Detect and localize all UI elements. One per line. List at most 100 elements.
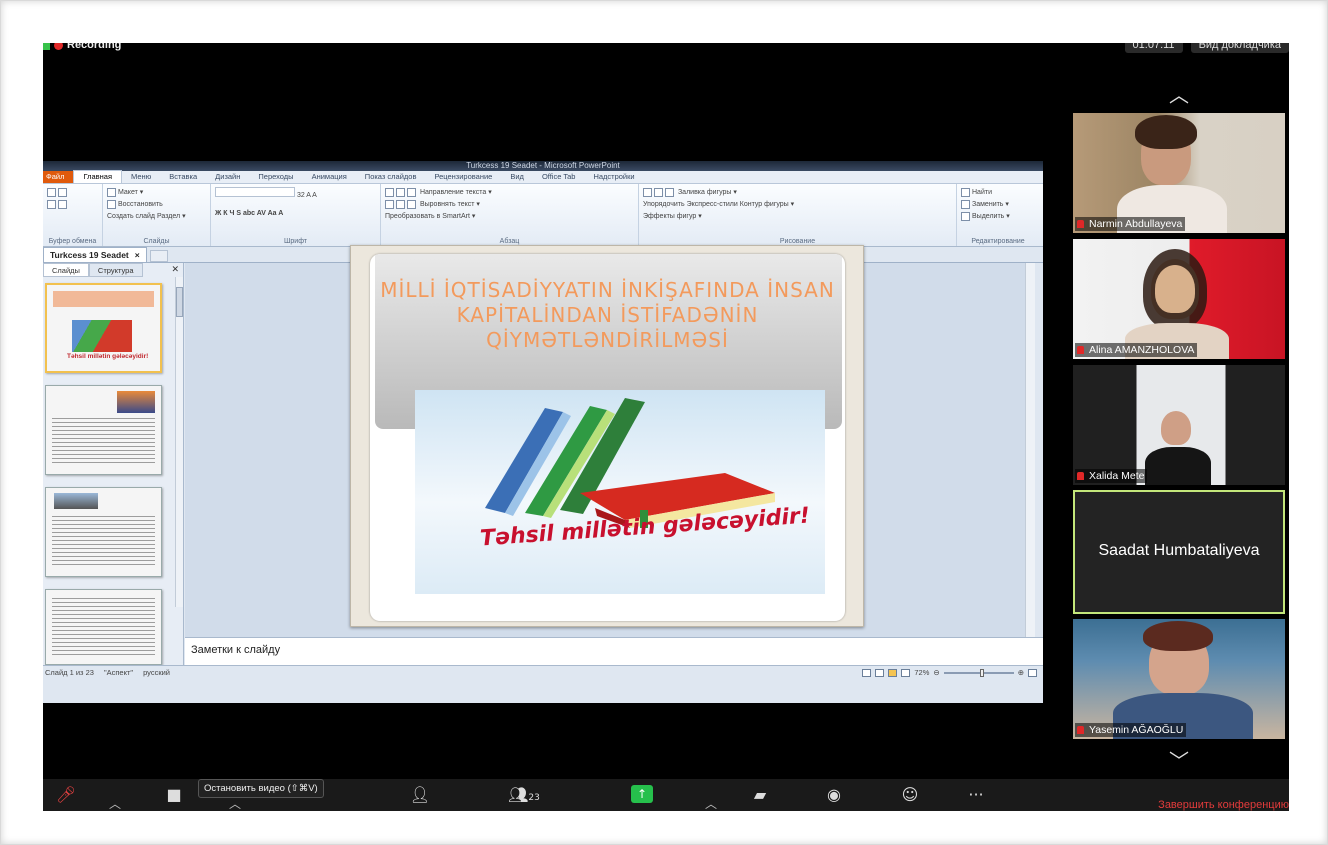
ribbon-tab-addins[interactable]: Надстройки (584, 171, 643, 183)
shape-effects-button[interactable]: Эффекты фигур ▾ (643, 213, 702, 220)
group-label-clipboard: Буфер обмена (48, 238, 97, 245)
reactions-icon[interactable]: ☺ (895, 785, 925, 804)
participant-tile-5[interactable]: Yasemin AĞAOĞLU (1073, 619, 1285, 739)
shape-fill-button[interactable]: Заливка фигуры ▾ (678, 189, 737, 196)
quick-styles-button[interactable]: Экспресс-стили (687, 201, 738, 208)
ribbon-tab-insert[interactable]: Вставка (160, 171, 206, 183)
zoom-slider-handle[interactable] (979, 668, 984, 677)
font-name-box[interactable] (215, 187, 295, 197)
reading-view-icon[interactable] (888, 668, 898, 677)
shape-outline-button[interactable]: Контур фигуры ▾ (740, 201, 794, 208)
select-button[interactable]: Выделить ▾ (972, 213, 1010, 220)
theme-name: "Аспект" (103, 668, 134, 677)
recording-label: Recording (67, 43, 122, 51)
cut-icon[interactable] (58, 187, 67, 197)
current-slide[interactable]: MİLLİ İQTİSADİYYATIN İNKİŞAFINDA İNSAN K… (350, 245, 864, 627)
copy-icon[interactable] (47, 199, 56, 209)
align-text-button[interactable]: Выровнять текст ▾ (420, 201, 480, 208)
panel-tab-outline[interactable]: Структура (88, 263, 143, 277)
smartart-button[interactable]: Преобразовать в SmartArt ▾ (385, 213, 475, 220)
participant-tile-active-speaker[interactable]: Saadat Humbataliyeva (1073, 490, 1285, 614)
document-tab[interactable]: Turkcess 19 Seadet × (43, 247, 147, 262)
language-indicator[interactable]: русский (143, 668, 170, 677)
mini-text (52, 598, 155, 656)
format-painter-icon[interactable] (58, 199, 67, 209)
ribbon-tab-design[interactable]: Дизайн (206, 171, 249, 183)
mini-image (54, 493, 98, 509)
zoom-slider[interactable] (943, 668, 1014, 677)
close-panel-icon[interactable]: ✕ (171, 264, 179, 275)
share-options-chevron-icon[interactable]: ︿ (705, 795, 717, 811)
mute-mic-icon[interactable]: 🎤︎ (51, 785, 81, 804)
record-icon[interactable]: ◉ (819, 785, 849, 804)
ribbon-tab-animation[interactable]: Анимация (303, 171, 356, 183)
slide-thumbnail-2[interactable] (45, 385, 162, 475)
chat-icon[interactable]: ▰ (745, 785, 775, 804)
slide-content: MİLLİ İQTİSADİYYATIN İNKİŞAFINDA İNSAN K… (370, 254, 845, 621)
thumbs-scrollbar[interactable] (175, 277, 183, 607)
video-camera-icon[interactable]: ■ (159, 785, 189, 804)
text-direction-button[interactable]: Направление текста ▾ (420, 189, 492, 196)
participant-tile-3[interactable]: Xalida Mete (1073, 365, 1285, 485)
participant-tile-2[interactable]: Alina AMANZHOLOVA (1073, 239, 1285, 359)
ribbon-tab-home[interactable]: Главная (73, 170, 122, 183)
ribbon-tab-view[interactable]: Вид (501, 171, 533, 183)
participants-button[interactable]: 👥︎23 (499, 785, 549, 804)
gallery-up-arrow-icon[interactable]: ︿ (1159, 79, 1199, 107)
thumb-caption: Təhsil millətin gələcəyidir! (67, 353, 149, 360)
more-options-icon[interactable]: ··· (961, 785, 991, 804)
slide-scrollbar[interactable] (1025, 263, 1035, 637)
slide-title[interactable]: MİLLİ İQTİSADİYYATIN İNKİŞAFINDA İNSAN K… (380, 278, 835, 353)
ribbon-tab-officetab[interactable]: Office Tab (533, 171, 585, 183)
section-button[interactable]: Раздел ▾ (157, 213, 186, 220)
end-meeting-button[interactable]: Завершить конференцию (1158, 799, 1289, 811)
slide-editor: MİLLİ İQTİSADİYYATIN İNKİŞAFINDA İNSAN K… (185, 245, 1035, 637)
ribbon-tab-slideshow[interactable]: Показ слайдов (356, 171, 426, 183)
scroll-thumb[interactable] (176, 287, 183, 317)
normal-view-icon[interactable] (862, 668, 872, 677)
find-icon (961, 187, 970, 197)
participant-name: Xalida Mete (1075, 469, 1148, 483)
notes-pane[interactable]: Заметки к слайду (185, 637, 1043, 665)
slide-thumbnail-4[interactable] (45, 589, 162, 665)
invite-icon[interactable]: 👤︎ (405, 785, 435, 804)
indent-icon (407, 187, 416, 197)
shapes-gallery-icon[interactable] (643, 187, 652, 197)
close-tab-icon[interactable]: × (135, 250, 140, 260)
audio-options-chevron-icon[interactable]: ︿ (109, 795, 121, 811)
new-slide-button[interactable]: Создать слайд (107, 213, 155, 220)
layout-button[interactable]: Макет ▾ (118, 189, 143, 196)
slides-panel: Слайды Структура ✕ Təhsil millətin gələc… (43, 263, 184, 665)
gallery-down-arrow-icon[interactable]: ﹀ (1159, 745, 1199, 773)
slideshow-view-icon[interactable] (901, 668, 911, 677)
reset-button[interactable]: Восстановить (118, 201, 163, 208)
ribbon-tab-menu[interactable]: Меню (122, 171, 160, 183)
replace-button[interactable]: Заменить ▾ (972, 201, 1009, 208)
books-image[interactable]: Təhsil millətin gələcəyidir! (415, 390, 825, 594)
participant-name-no-video: Saadat Humbataliyeva (1098, 542, 1260, 559)
recording-indicator[interactable]: Recording (43, 43, 121, 53)
screenshot-frame: Recording 01:07:11 Вид докладчика Turkce… (0, 0, 1328, 845)
ppt-status-bar: Слайд 1 из 23 "Аспект" русский 72% ⊖ ⊕ (43, 665, 1043, 679)
slide-thumbnail-3[interactable] (45, 487, 162, 577)
ribbon-tab-review[interactable]: Рецензирование (425, 171, 501, 183)
font-size-box[interactable]: 32 (297, 192, 305, 199)
find-button[interactable]: Найти (972, 189, 992, 196)
participant-tile-1[interactable]: Narmin Abdullayeva (1073, 113, 1285, 233)
zoom-out-icon[interactable]: ⊖ (933, 668, 939, 677)
new-slide-icon[interactable] (107, 187, 116, 197)
zoom-level[interactable]: 72% (914, 668, 929, 677)
slide-thumbnail-1[interactable]: Təhsil millətin gələcəyidir! (45, 283, 162, 373)
mini-text (52, 516, 155, 568)
paste-icon[interactable] (47, 187, 56, 197)
panel-tab-slides[interactable]: Слайды (43, 263, 89, 277)
zoom-in-icon[interactable]: ⊕ (1018, 668, 1024, 677)
participant-hair (1143, 621, 1213, 651)
sorter-view-icon[interactable] (875, 668, 885, 677)
share-screen-button[interactable]: ↑ (631, 785, 653, 803)
new-tab-button[interactable] (149, 250, 168, 262)
arrange-button[interactable]: Упорядочить (643, 201, 685, 208)
ribbon-tab-file[interactable]: Файл (43, 171, 74, 183)
ribbon-tab-transitions[interactable]: Переходы (249, 171, 302, 183)
fit-window-icon[interactable] (1028, 668, 1037, 677)
